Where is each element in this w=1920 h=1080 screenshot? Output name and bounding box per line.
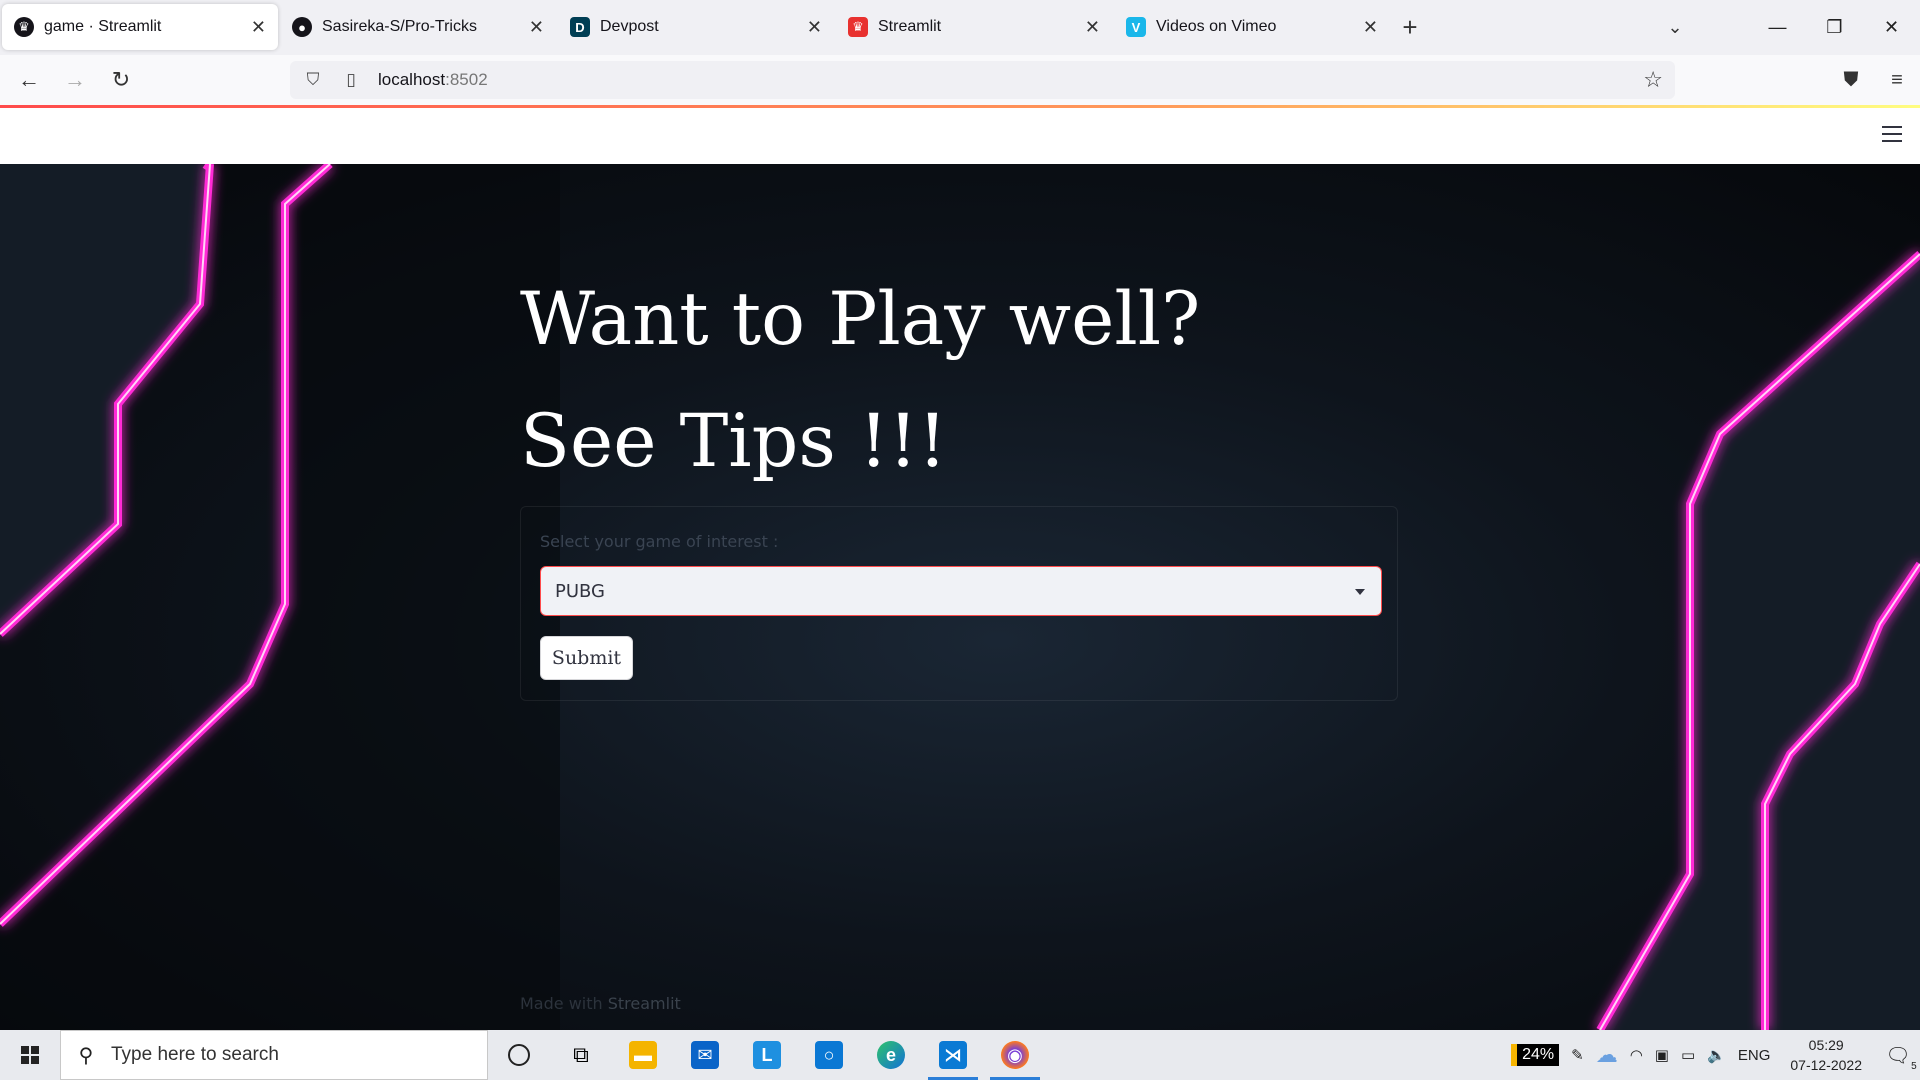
list-all-tabs-chevron-icon[interactable]: ⌄ [1650,0,1700,55]
network-icon[interactable]: ◠ [1630,1046,1643,1064]
pen-icon[interactable]: ✎ [1571,1046,1584,1064]
tab-label: Sasireka-S/Pro-Tricks [322,18,477,35]
close-icon[interactable]: ✕ [529,17,544,38]
page-title: Want to Play well? See Tips !!! [520,277,1201,484]
footer-text: Made with [520,994,608,1013]
outlook-app-icon[interactable]: ○ [798,1030,860,1080]
mail-icon[interactable]: ✉ [674,1030,736,1080]
streamlit-icon: ♛ [848,17,868,37]
forward-arrow-icon[interactable]: → [52,60,98,100]
close-window-icon[interactable]: ✕ [1863,0,1920,55]
navigation-bar: ← → ↻ ⛉ ▯ localhost:8502 ☆ ⛊ ≡ [0,55,1920,105]
github-icon: ● [292,17,312,37]
select-label: Select your game of interest : [540,532,779,551]
url-bar[interactable]: ⛉ ▯ localhost:8502 ☆ [290,61,1675,99]
footer-streamlit-link[interactable]: Streamlit [608,994,681,1013]
taskbar-search[interactable]: ⚲ Type here to search [60,1030,488,1080]
reload-icon[interactable]: ↻ [98,60,144,100]
caret-down-icon [1355,589,1365,595]
window-controls: — ❐ ✕ [1749,0,1920,55]
footer: Made with Streamlit [520,994,681,1013]
l-app-icon[interactable]: L [736,1030,798,1080]
language-indicator[interactable]: ENG [1738,1047,1771,1064]
edge-icon[interactable]: e [860,1030,922,1080]
shield-icon[interactable]: ⛉ [298,70,328,90]
tab-label: Devpost [600,18,659,35]
streamlit-crown-icon: ♛ [14,17,34,37]
devpost-icon: D [570,17,590,37]
bookmark-star-icon[interactable]: ☆ [1643,67,1663,93]
url-port: :8502 [445,70,488,89]
tab-streamlit[interactable]: ♛ Streamlit ✕ [836,4,1112,50]
select-value: PUBG [555,580,606,602]
firefox-icon[interactable]: ◉ [984,1030,1046,1080]
close-icon[interactable]: ✕ [807,17,822,38]
submit-button[interactable]: Submit [540,636,633,680]
tab-strip: ♛ game · Streamlit ✕ ● Sasireka-S/Pro-Tr… [0,0,1920,55]
streamlit-menu-icon[interactable] [1882,126,1902,147]
restore-icon[interactable]: ❐ [1806,0,1863,55]
battery-indicator[interactable]: 24% [1511,1044,1560,1066]
app-background: Want to Play well? See Tips !!! Select y… [0,164,1920,1030]
taskbar: ⚲ Type here to search ⧉ ▬ ✉ L ○ e ⋊ ◉ 24… [0,1030,1920,1080]
meet-icon[interactable]: ▣ [1655,1046,1669,1064]
clock[interactable]: 05:29 07-12-2022 [1790,1035,1862,1075]
battery-icon[interactable]: ▭ [1681,1046,1695,1064]
task-view-icon[interactable]: ⧉ [550,1030,612,1080]
tab-github[interactable]: ● Sasireka-S/Pro-Tricks ✕ [280,4,556,50]
tab-devpost[interactable]: D Devpost ✕ [558,4,834,50]
notification-count: 5 [1911,1060,1917,1072]
pocket-icon[interactable]: ⛊ [1828,55,1874,105]
close-icon[interactable]: ✕ [1085,17,1100,38]
tab-vimeo[interactable]: V Videos on Vimeo ✕ [1114,4,1390,50]
tab-label: Videos on Vimeo [1156,18,1277,35]
search-placeholder: Type here to search [111,1044,279,1065]
weather-cloud-icon[interactable]: ☁ [1596,1042,1618,1068]
tab-label: game · Streamlit [44,18,162,35]
page-icon: ▯ [346,70,356,89]
clock-time: 05:29 [1808,1037,1844,1053]
cortana-icon[interactable] [488,1030,550,1080]
vscode-icon[interactable]: ⋊ [922,1030,984,1080]
windows-logo-icon [21,1046,39,1064]
minimize-icon[interactable]: — [1749,0,1806,55]
volume-icon[interactable]: 🔈 [1707,1046,1726,1064]
close-icon[interactable]: ✕ [251,17,266,38]
url-host: localhost [378,70,446,89]
file-explorer-icon[interactable]: ▬ [612,1030,674,1080]
close-icon[interactable]: ✕ [1363,17,1378,38]
new-tab-button[interactable]: + [1390,4,1430,50]
start-button[interactable] [0,1030,60,1080]
tab-label: Streamlit [878,18,942,35]
tab-game-streamlit[interactable]: ♛ game · Streamlit ✕ [2,4,278,50]
search-icon: ⚲ [78,1044,94,1067]
vimeo-icon: V [1126,17,1146,37]
notification-center-icon[interactable]: 🗨 5 [1876,1030,1920,1080]
hamburger-menu-icon[interactable]: ≡ [1874,55,1920,105]
streamlit-header [0,108,1920,164]
clock-date: 07-12-2022 [1790,1057,1862,1073]
system-tray: 24% ✎ ☁ ◠ ▣ ▭ 🔈 ENG 05:29 07-12-2022 🗨 5 [1505,1030,1920,1080]
back-arrow-icon[interactable]: ← [6,60,52,100]
game-select[interactable]: PUBG [540,566,1382,616]
